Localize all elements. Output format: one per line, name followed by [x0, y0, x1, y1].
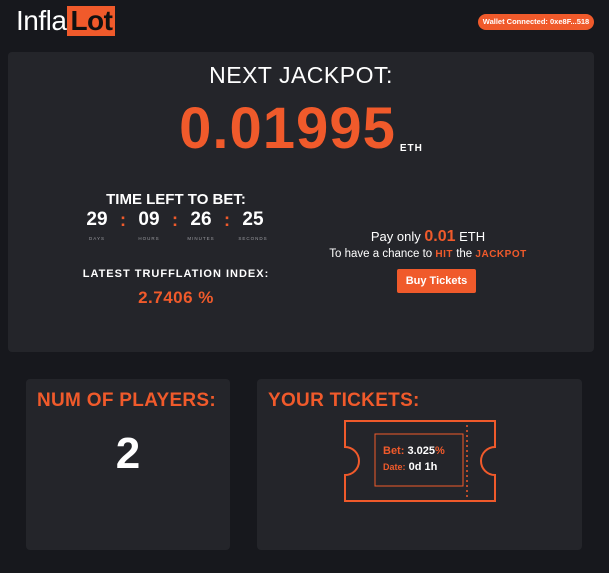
- pay-amount: 0.01: [424, 228, 456, 245]
- countdown-hours-value: 09: [138, 209, 160, 230]
- countdown-days-value: 29: [86, 209, 108, 230]
- countdown-seconds-value: 25: [242, 209, 264, 230]
- ticket-bet-unit: %: [434, 445, 445, 457]
- countdown-timer: 29 DAYS : 09 HOURS : 26 MINUTES : 25 SEC…: [80, 208, 270, 241]
- wallet-connected-button[interactable]: Wallet Connected: 0xe8F...518: [478, 14, 594, 30]
- trufflation-index-title: LATEST TRUFFLATION INDEX:: [82, 268, 270, 280]
- countdown-separator: :: [120, 210, 126, 230]
- chance-prefix: To have a chance to: [329, 248, 433, 260]
- ticket-bet-row: Bet: 3.025%: [383, 443, 445, 459]
- your-tickets-title: YOUR TICKETS:: [268, 390, 420, 411]
- countdown-seconds-label: SECONDS: [238, 236, 268, 241]
- ticket-bet-label: Bet:: [383, 445, 405, 457]
- chance-line: To have a chance to HIT the JACKPOT: [298, 248, 558, 260]
- pay-only-line: Pay only 0.01 ETH: [298, 228, 558, 246]
- num-players-panel: NUM OF PLAYERS: 2: [26, 379, 230, 550]
- logo-text-infla: Infla: [16, 5, 67, 36]
- jackpot-unit: ETH: [399, 143, 423, 154]
- jackpot-amount-row: 0.01995 ETH: [8, 98, 594, 160]
- pay-prefix: Pay only: [370, 229, 421, 244]
- countdown-hours: 09 HOURS: [132, 208, 166, 241]
- trufflation-index-value: 2.7406 %: [138, 288, 214, 307]
- buy-tickets-button[interactable]: Buy Tickets: [397, 269, 476, 293]
- chance-jackpot: JACKPOT: [475, 249, 527, 260]
- time-left-title: TIME LEFT TO BET:: [106, 191, 246, 208]
- countdown-minutes: 26 MINUTES: [184, 208, 218, 241]
- chance-hit: HIT: [435, 249, 454, 260]
- num-players-title: NUM OF PLAYERS:: [37, 390, 217, 411]
- num-players-value: 2: [115, 429, 141, 478]
- jackpot-value: 0.01995: [179, 96, 396, 161]
- countdown-separator: :: [172, 210, 178, 230]
- inflalot-logo[interactable]: Infla Lot: [16, 5, 116, 36]
- countdown-days-label: DAYS: [89, 236, 105, 241]
- countdown-separator: :: [224, 210, 230, 230]
- countdown-seconds: 25 SECONDS: [236, 208, 270, 241]
- ticket-date-row: Date: 0d 1h: [383, 459, 445, 475]
- your-tickets-panel: YOUR TICKETS: Bet: 3.025% Date: 0d 1h: [257, 379, 582, 550]
- next-jackpot-title: NEXT JACKPOT:: [209, 62, 393, 88]
- countdown-days: 29 DAYS: [80, 208, 114, 241]
- top-header: Infla Lot Wallet Connected: 0xe8F...518: [0, 0, 609, 44]
- ticket-bet-value: 3.025: [407, 445, 435, 457]
- countdown-minutes-label: MINUTES: [187, 236, 215, 241]
- logo-text-lot: Lot: [67, 6, 116, 36]
- ticket-date-value: 0d 1h: [408, 461, 438, 473]
- ticket-date-label: Date:: [383, 462, 406, 472]
- chance-the: the: [456, 248, 473, 260]
- countdown-minutes-value: 26: [190, 209, 212, 230]
- countdown-hours-label: HOURS: [138, 236, 160, 241]
- jackpot-panel: NEXT JACKPOT: 0.01995 ETH TIME LEFT TO B…: [8, 52, 594, 352]
- pay-unit: ETH: [459, 229, 486, 244]
- ticket-details: Bet: 3.025% Date: 0d 1h: [383, 443, 445, 475]
